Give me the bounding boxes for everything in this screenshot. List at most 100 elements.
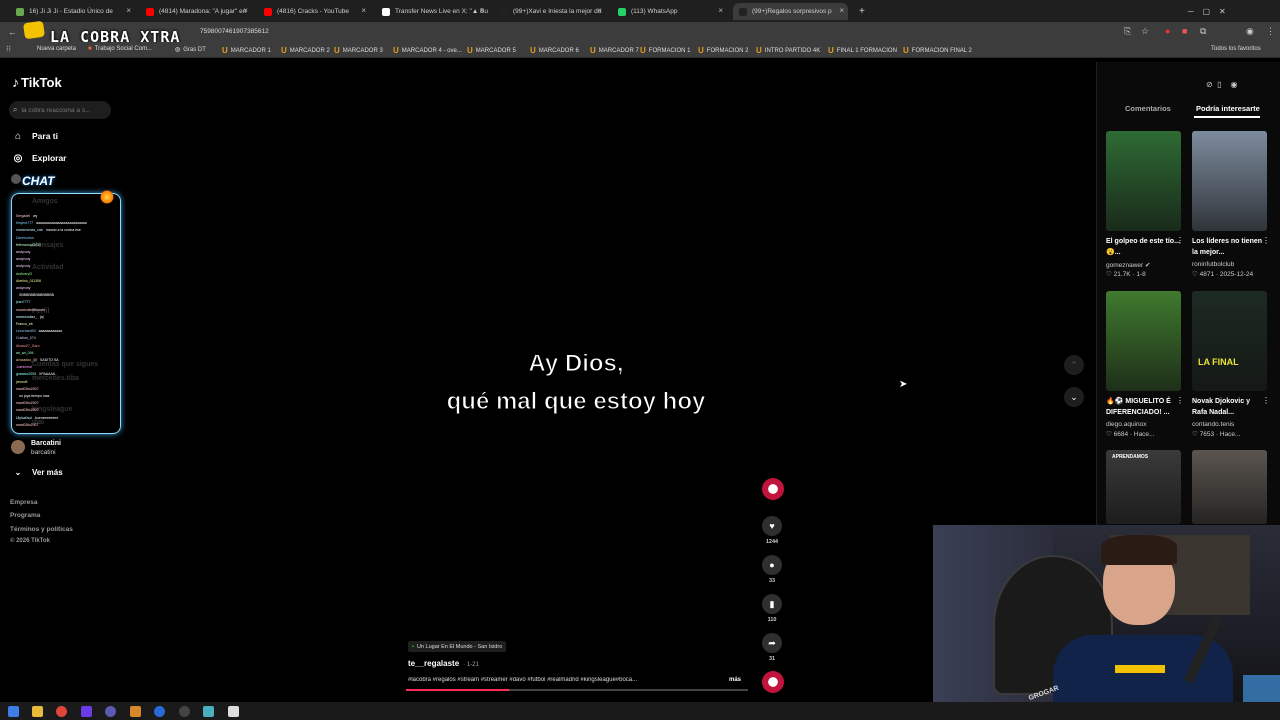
more-button[interactable]: más [729,677,741,683]
bookmark-item[interactable]: ■ Trabajo Social Com... [88,46,152,52]
extensions-icon[interactable]: ⧉ [1200,26,1206,37]
back-icon[interactable]: ← [8,27,17,37]
browser-tab[interactable]: 16) Ji Ji Ji - Estadio Único de × [10,3,135,20]
tab-podria-interesarte[interactable]: Podría interesarte [1196,104,1260,113]
obs-icon[interactable] [179,706,190,717]
tab-comentarios[interactable]: Comentarios [1125,104,1171,113]
app-icon[interactable] [203,706,214,717]
music-disc[interactable] [762,671,784,693]
video-title[interactable]: Los líderes no tienen la mejor... [1192,236,1267,258]
bookmark-item[interactable]: U FINAL 1 FORMACION [828,46,897,55]
close-tab-icon[interactable]: × [479,6,484,15]
browser-tab[interactable]: (99+)Xavi e Iniesta la mejor du × [494,3,606,20]
video-progress-bar[interactable] [406,689,748,691]
more-options-icon[interactable]: ⋮ [1262,236,1270,245]
bookmark-item[interactable]: Nueva carpeta [34,46,76,52]
bookmark-item[interactable]: U FORMACION 1 [640,46,690,55]
video-thumbnail[interactable] [1106,131,1181,231]
url-text[interactable]: 7598007461907385612 [200,28,269,35]
window-controls[interactable]: ─ ▢ ✕ [1188,7,1226,16]
install-icon[interactable]: ⎘ [1124,26,1131,37]
comment-button[interactable]: ● 33 [762,555,782,584]
save-button[interactable]: ▮ 110 [762,594,782,623]
bookmark-item[interactable]: U MARCADOR 3 [334,46,383,55]
previous-video-button[interactable]: ⌃ [1064,355,1084,375]
video-title[interactable]: Novak Djokovic y Rafa Nadal... [1192,396,1267,418]
bookmark-item[interactable]: U MARCADOR 5 [467,46,516,55]
author-avatar[interactable] [762,478,784,500]
browser-tab[interactable]: (99+)Regalos sorpresivos p × [733,3,848,20]
browser-tab[interactable]: (4816) Cracks - YouTube × [258,3,370,20]
sidebar-item[interactable]: kingsleague [32,406,72,413]
footer-link-terminos[interactable]: Términos y políticas [10,526,73,533]
all-favorites[interactable]: Todos los favoritos [1211,46,1261,52]
video-thumbnail[interactable] [1192,450,1267,524]
address-bar[interactable]: ← 7598007461907385612 ⎘ ☆ ● ■ ⧉ ◉ ⋮ [0,22,1280,42]
close-tab-icon[interactable]: × [839,6,844,15]
sidebar-item[interactable]: Actividad [32,264,64,271]
bookmark-item[interactable]: U MARCADOR 7 [590,46,639,55]
footer-link-programa[interactable]: Programa [10,512,40,519]
more-options-icon[interactable]: ⋮ [1176,236,1184,245]
sidebar-item[interactable]: Cuentas que sigues [32,361,98,368]
video-author[interactable]: diego.aquinox [1106,421,1146,428]
following-user-name[interactable]: Barcatini [31,440,61,447]
bookmark-item[interactable]: U MARCADOR 2 [281,46,330,55]
app-icon[interactable] [228,706,239,717]
video-thumbnail[interactable]: APRENDAMOS [1106,450,1181,524]
sidebar-item[interactable]: Perfil [32,308,50,315]
extension-icon[interactable]: ● [1165,26,1170,36]
close-tab-icon[interactable]: × [718,6,723,15]
bookmark-item[interactable]: ◎ Gras DT [175,46,206,54]
browser-tab[interactable]: (113) WhatsApp × [612,3,727,20]
bookmark-item[interactable]: U FORMACION 2 [698,46,748,55]
bookmark-item[interactable]: U MARCADOR 4 - ove... [393,46,462,55]
sidebar-item[interactable]: Amigos [32,198,58,205]
sidebar-item[interactable]: ibai [32,419,44,426]
video-author[interactable]: te__regalaste · 1-21 [408,659,479,668]
video-author[interactable]: roninfutbolclub [1192,261,1234,268]
close-tab-icon[interactable]: × [126,6,131,15]
browser-tab[interactable]: (4814) Maradona: "A jugar" en × [140,3,252,20]
extension-icon[interactable]: ■ [1182,26,1187,36]
video-thumbnail[interactable]: LA FINAL [1192,291,1267,391]
music-tag[interactable]: ▪ Un Lugar En El Mundo - San Isidro [408,641,507,652]
sidebar-item[interactable]: Mensajes [32,242,64,249]
footer-link-empresa[interactable]: Empresa [10,499,37,506]
more-options-icon[interactable]: ⋮ [1262,396,1270,405]
video-hashtags[interactable]: #lacobra #regalos #stream #streamer #dav… [408,677,708,683]
video-title[interactable]: 🔥⚽ MIGUELITO É DIFERENCIADO! ... [1106,396,1181,418]
bookmark-item[interactable]: U FORMACION FINAL 2 [903,46,972,55]
app-icon[interactable] [81,706,92,717]
video-author[interactable]: contando.tenis [1192,421,1234,428]
file-explorer-icon[interactable] [32,706,43,717]
profile-icon[interactable]: ◉ [1246,26,1254,37]
apps-icon[interactable]: ⁝⁝ [6,44,11,53]
close-tab-icon[interactable]: × [597,6,602,15]
see-more-button[interactable]: ⌄ Ver más [12,466,63,478]
sidebar-item[interactable]: mercedes.tiba [32,375,79,382]
like-button[interactable]: ♥ 1244 [762,516,782,545]
nav-explorar[interactable]: ◎ Explorar [12,152,67,164]
app-icon[interactable] [154,706,165,717]
more-options-icon[interactable]: ⋮ [1176,396,1184,405]
app-icon[interactable] [130,706,141,717]
bookmark-item[interactable]: U INTRO PARTIDO 4K [756,46,820,55]
menu-icon[interactable]: ⋮ [1266,26,1275,37]
video-author[interactable]: gomeznawer ✔ [1106,261,1150,269]
close-tab-icon[interactable]: × [361,6,366,15]
share-button[interactable]: ➦ 31 [762,633,782,662]
bookmark-item[interactable]: U MARCADOR 1 [222,46,271,55]
browser-tab[interactable]: Transfer News Live en X: "▲ Bu × [376,3,488,20]
nav-para-ti[interactable]: ⌂ Para ti [12,130,58,142]
search-input[interactable]: ⌕ la cobra reacciona a s... [9,101,111,119]
avatar[interactable] [11,440,25,454]
bookmark-item[interactable]: U MARCADOR 6 [530,46,579,55]
star-icon[interactable]: ☆ [1141,26,1149,37]
video-title[interactable]: El golpeo de este tío... 😮... [1106,236,1181,258]
video-thumbnail[interactable] [1106,291,1181,391]
close-tab-icon[interactable]: × [243,6,248,15]
chrome-icon[interactable] [56,706,67,717]
new-tab-button[interactable]: + [853,3,867,20]
tiktok-logo[interactable]: ♪ TikTok [12,74,62,90]
